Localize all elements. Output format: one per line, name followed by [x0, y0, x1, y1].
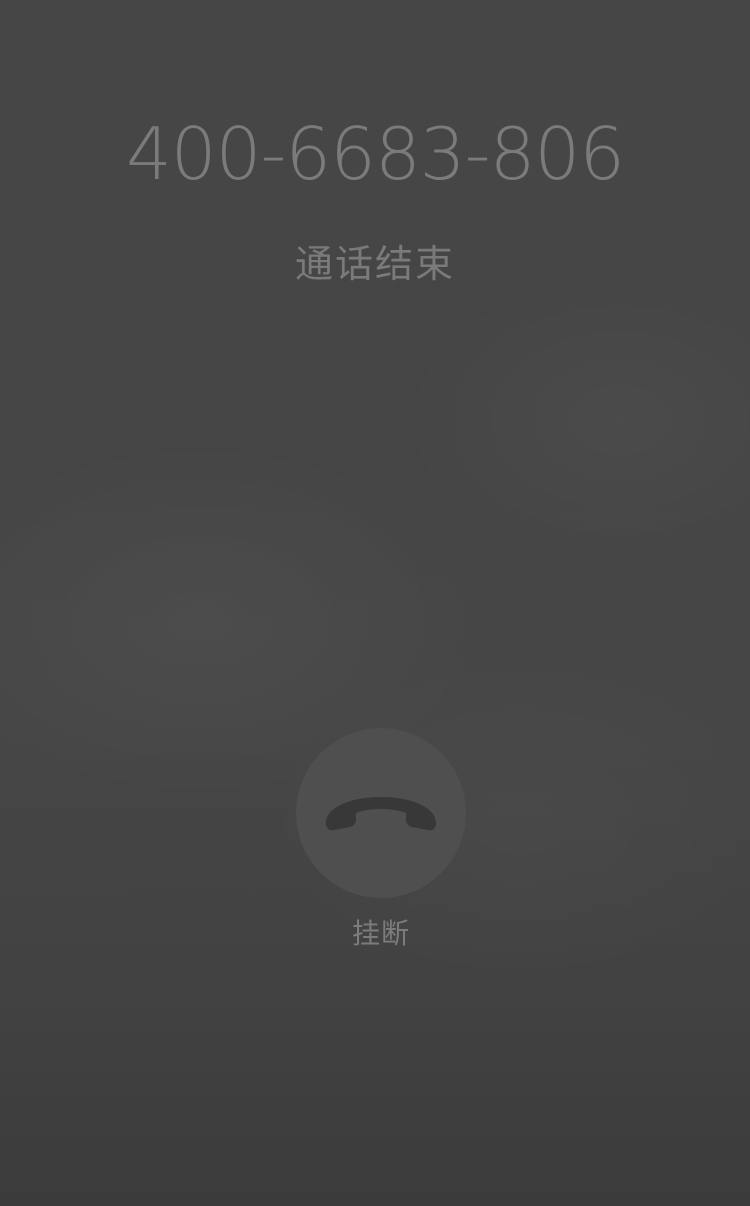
hangup-label: 挂断	[351, 917, 410, 950]
call-screen: 400-6683-806 通话结束 挂断	[0, 0, 750, 1206]
hangup-button[interactable]	[296, 728, 466, 898]
call-status: 通话结束	[294, 242, 455, 286]
phone-number: 400-6683-806	[125, 112, 625, 196]
phone-hangup-icon	[325, 797, 437, 831]
